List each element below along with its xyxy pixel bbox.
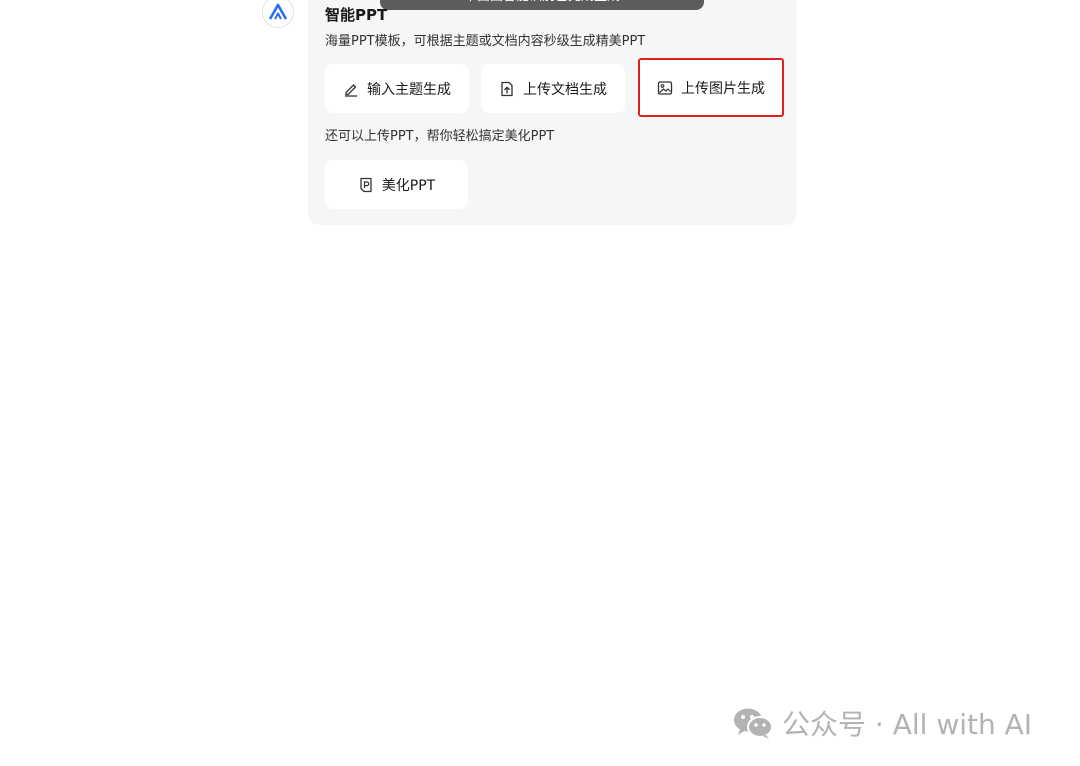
upload-document-label: 上传文档生成: [523, 81, 607, 98]
beautify-ppt-label: 美化PPT: [381, 177, 436, 194]
pen-icon: [345, 83, 357, 97]
watermark-text: 公众号 · All with AI: [782, 708, 1033, 741]
wechat-icon: [734, 708, 773, 739]
upload-image-label: 上传图片生成: [681, 80, 765, 97]
card-description: 海量PPT模板，可根据主题或文档内容秒级生成精美PPT: [325, 34, 646, 49]
upload-document-button[interactable]: 上传文档生成: [481, 64, 625, 113]
assistant-avatar: [262, 0, 294, 28]
image-icon: [657, 80, 673, 95]
upload-image-button[interactable]: 上传图片生成: [638, 58, 784, 117]
ppt-file-icon: [360, 177, 372, 192]
topic-generate-label: 输入主题生成: [367, 81, 451, 98]
toast-message: 平面图智能识别已完成生成: [380, 0, 704, 10]
beautify-ppt-button[interactable]: 美化PPT: [325, 160, 468, 209]
logo-icon: [268, 3, 288, 20]
watermark: 公众号 · All with AI: [732, 703, 1032, 743]
beautify-description: 还可以上传PPT，帮你轻松搞定美化PPT: [325, 129, 555, 144]
card-title: 智能PPT: [325, 6, 388, 24]
page: 平面图智能识别已完成生成 智能PPT 海量PPT模板，可根据主题或文档内容秒级生…: [0, 0, 1080, 766]
upload-file-icon: [501, 81, 513, 96]
topic-generate-button[interactable]: 输入主题生成: [325, 64, 469, 113]
